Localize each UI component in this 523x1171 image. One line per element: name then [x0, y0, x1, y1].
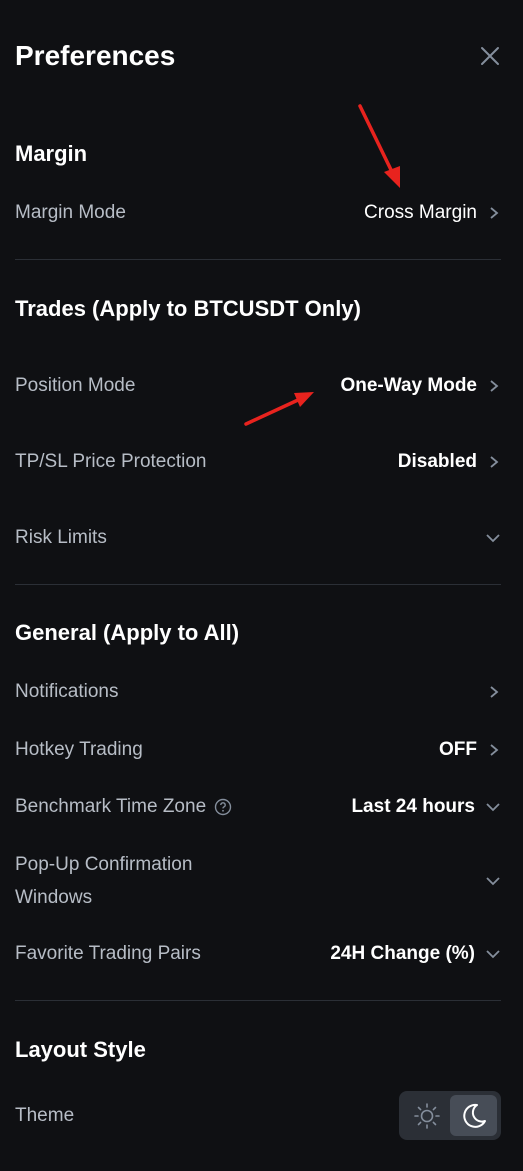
chevron-right-icon[interactable] [487, 685, 501, 699]
chevron-down-icon[interactable] [485, 873, 501, 889]
popup-confirmation-row[interactable]: Pop-Up Confirmation Windows [15, 848, 501, 914]
hotkey-trading-row[interactable]: Hotkey Trading OFF [15, 736, 501, 764]
risk-limits-row[interactable]: Risk Limits [15, 524, 501, 552]
theme-label: Theme [15, 1105, 75, 1126]
trades-section-title: Trades (Apply to BTCUSDT Only) [15, 296, 361, 321]
favorite-pairs-value: 24H Change (%) [330, 943, 475, 964]
margin-mode-selector[interactable]: Cross Margin [364, 202, 501, 224]
position-mode-label: Position Mode [15, 375, 136, 396]
divider [15, 259, 501, 260]
notifications-row[interactable]: Notifications [15, 678, 501, 706]
chevron-right-icon [490, 380, 499, 392]
hotkey-trading-selector[interactable]: OFF [439, 739, 501, 761]
popup-confirmation-label-line2: Windows [15, 887, 93, 908]
benchmark-timezone-label: Benchmark Time Zone [15, 796, 207, 817]
dark-theme-option[interactable] [450, 1095, 497, 1136]
annotation-arrow [358, 104, 400, 188]
position-mode-selector[interactable]: One-Way Mode [340, 375, 501, 397]
hotkey-trading-label: Hotkey Trading [15, 739, 143, 760]
divider [15, 584, 501, 585]
chevron-down-icon[interactable] [485, 530, 501, 546]
benchmark-timezone-row[interactable]: Benchmark Time Zone Last 24 hours [15, 793, 501, 821]
notifications-label: Notifications [15, 681, 119, 702]
favorite-pairs-row[interactable]: Favorite Trading Pairs 24H Change (%) [15, 940, 501, 968]
moon-icon [462, 1103, 486, 1128]
chevron-right-icon [490, 456, 499, 468]
benchmark-timezone-value: Last 24 hours [351, 796, 475, 817]
margin-mode-label: Margin Mode [15, 202, 126, 223]
theme-row: Theme [15, 1102, 383, 1130]
light-theme-option[interactable] [403, 1095, 450, 1136]
position-mode-value: One-Way Mode [340, 375, 477, 396]
benchmark-timezone-selector[interactable]: Last 24 hours [351, 796, 501, 818]
benchmark-timezone-label-group: Benchmark Time Zone [15, 796, 232, 818]
risk-limits-label: Risk Limits [15, 527, 107, 548]
chevron-right-icon [490, 207, 499, 219]
chevron-down-icon [486, 803, 500, 812]
tpsl-protection-label: TP/SL Price Protection [15, 451, 207, 472]
margin-mode-value: Cross Margin [364, 202, 477, 223]
layout-section-title: Layout Style [15, 1037, 146, 1062]
page-title: Preferences [15, 40, 176, 71]
divider [15, 1000, 501, 1001]
help-icon[interactable] [214, 798, 232, 816]
theme-toggle[interactable] [399, 1091, 501, 1140]
tpsl-protection-selector[interactable]: Disabled [398, 451, 501, 473]
position-mode-row[interactable]: Position Mode One-Way Mode [15, 372, 501, 400]
hotkey-trading-value: OFF [439, 739, 477, 760]
tpsl-protection-row[interactable]: TP/SL Price Protection Disabled [15, 448, 501, 476]
close-icon[interactable] [479, 45, 501, 67]
margin-mode-row[interactable]: Margin Mode Cross Margin [15, 199, 501, 227]
general-section-title: General (Apply to All) [15, 620, 240, 645]
popup-confirmation-label: Pop-Up Confirmation Windows [15, 848, 192, 914]
popup-confirmation-label-line1: Pop-Up Confirmation [15, 854, 193, 875]
preferences-header: Preferences [15, 36, 501, 76]
favorite-pairs-label: Favorite Trading Pairs [15, 943, 201, 964]
chevron-down-icon [486, 950, 500, 959]
sun-icon [413, 1102, 440, 1129]
margin-section-title: Margin [15, 141, 88, 166]
favorite-pairs-selector[interactable]: 24H Change (%) [330, 943, 501, 965]
chevron-right-icon [490, 744, 499, 756]
tpsl-protection-value: Disabled [397, 451, 477, 472]
